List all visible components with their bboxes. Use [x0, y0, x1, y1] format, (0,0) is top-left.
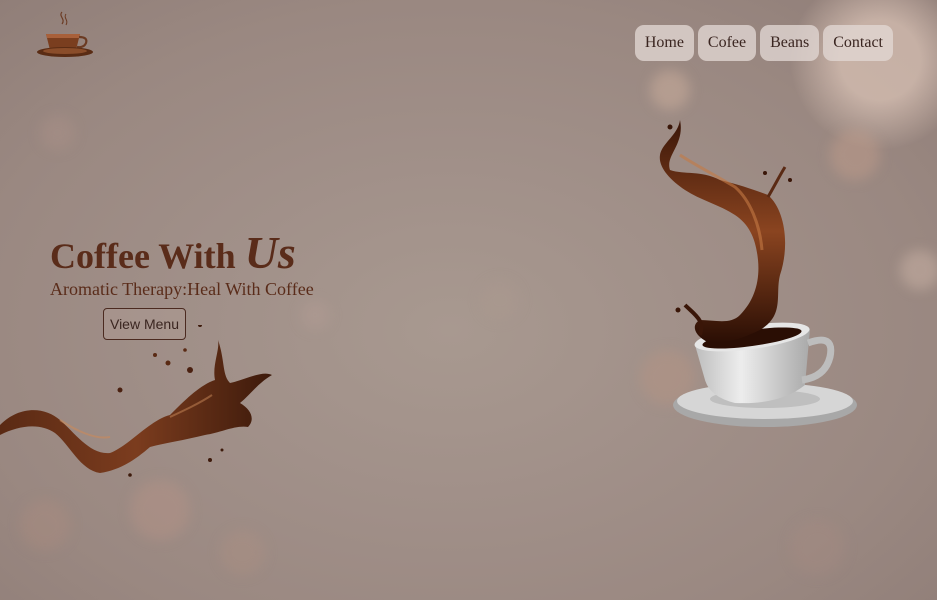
hero-title-text: Coffee With	[50, 236, 236, 276]
nav-beans-button[interactable]: Beans	[760, 25, 820, 61]
coffee-splash-image	[0, 325, 272, 477]
main-nav: Home Cofee Beans Contact	[634, 25, 893, 61]
hero-subtitle: Aromatic Therapy:Heal With Coffee	[50, 279, 314, 299]
hero-title-emphasis: Us	[244, 227, 296, 278]
nav-contact-button[interactable]: Contact	[823, 25, 893, 61]
nav-cofee-button[interactable]: Cofee	[697, 25, 757, 61]
nav-home-button[interactable]: Home	[634, 25, 694, 61]
hero-title: Coffee With Us	[50, 226, 296, 279]
coffee-cup-logo-icon	[37, 11, 93, 57]
coffee-cup-splash-image	[659, 120, 857, 427]
logo[interactable]	[34, 10, 96, 60]
